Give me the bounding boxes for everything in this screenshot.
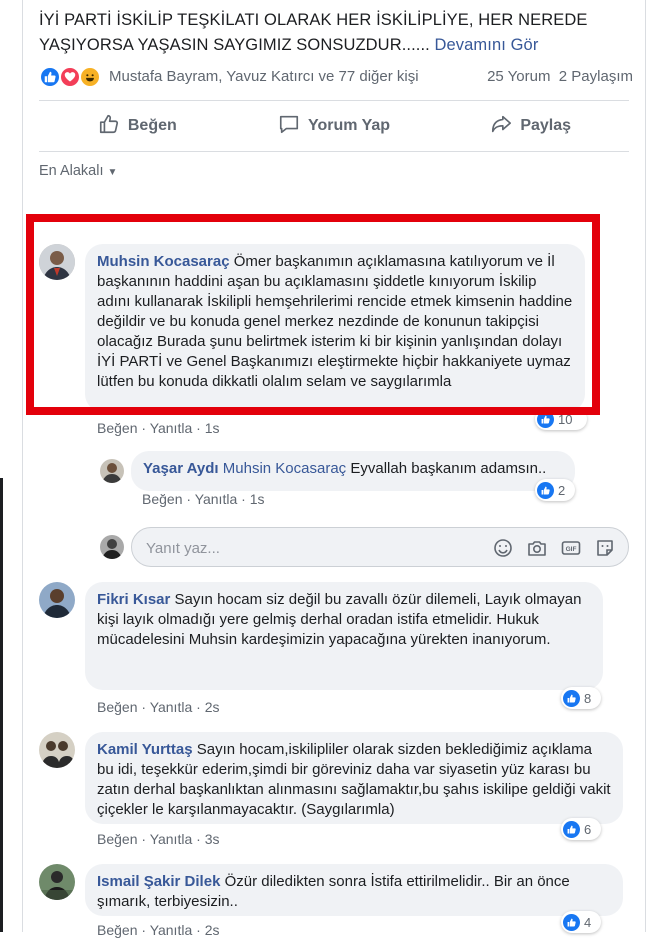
avatar[interactable]	[39, 864, 75, 900]
comment-button-label: Yorum Yap	[307, 117, 391, 134]
comment-bubble: Ismail Şakir Dilek Özür diledikten sonra…	[85, 864, 623, 916]
share-button[interactable]: Paylaş	[432, 106, 629, 146]
reply-mention[interactable]: Muhsin Kocasaraç	[223, 460, 346, 477]
sort-label: En Alakalı	[39, 163, 104, 179]
like-reaction-icon	[563, 913, 580, 931]
comment-like-link[interactable]: Beğen	[97, 922, 137, 938]
reaction-count: 6	[584, 821, 592, 837]
comment-timestamp[interactable]: 2s	[205, 922, 220, 938]
post-text-line1: İYİ PARTİ İSKİLİP TEŞKİLATI OLARAK HER İ…	[39, 11, 588, 29]
comment-button[interactable]: Yorum Yap	[236, 106, 433, 146]
haha-reaction-icon	[79, 66, 101, 88]
caret-down-icon: ▼	[107, 167, 118, 178]
see-more-link[interactable]: Devamını Gör	[435, 36, 539, 54]
post-card: İYİ PARTİ İSKİLİP TEŞKİLATI OLARAK HER İ…	[22, 0, 646, 938]
post-text-line2: YAŞIYORSA YAŞASIN SAYGIMIZ SONSUZDUR....…	[39, 36, 430, 54]
comment-reply-link[interactable]: Yanıtla	[150, 420, 193, 436]
share-arrow-icon	[490, 113, 512, 140]
comment-like-link[interactable]: Beğen	[97, 699, 137, 715]
right-page-edge	[646, 0, 668, 932]
comment-timestamp[interactable]: 2s	[205, 699, 220, 715]
smiley-icon[interactable]	[492, 537, 514, 559]
comment-like-link[interactable]: Beğen	[97, 420, 137, 436]
reply-meta: Beğen · Yanıtla · 1s	[142, 491, 265, 507]
comment-bubble: Fikri Kısar Sayın hocam siz değil bu zav…	[85, 582, 603, 690]
like-button[interactable]: Beğen	[39, 106, 236, 146]
comment-reactions[interactable]: 4	[561, 911, 601, 933]
left-page-edge	[0, 0, 22, 932]
reply-text: Eyvallah başkanım adamsın..	[350, 460, 547, 477]
comment-author[interactable]: Fikri Kısar	[97, 591, 170, 608]
comment-meta: Beğen · Yanıtla · 2s	[97, 922, 220, 938]
comment-timestamp[interactable]: 3s	[205, 831, 220, 847]
share-button-label: Paylaş	[520, 117, 572, 134]
reaction-count: 4	[584, 914, 592, 930]
reaction-count: 2	[558, 482, 566, 498]
reply-author[interactable]: Yaşar Aydı	[143, 460, 219, 477]
like-reaction-icon	[537, 481, 554, 499]
comment-reactions[interactable]: 8	[561, 687, 601, 709]
svg-text:GIF: GIF	[566, 546, 577, 553]
camera-icon[interactable]	[526, 537, 548, 559]
avatar[interactable]	[100, 459, 124, 483]
reaction-names[interactable]: Mustafa Bayram, Yavuz Katırcı ve 77 diğe…	[109, 68, 419, 85]
love-reaction-icon	[59, 66, 81, 88]
thumbs-up-icon	[98, 113, 120, 140]
comment-text: Sayın hocam siz değil bu zavallı özür di…	[97, 591, 582, 648]
reply-input-icons: GIF	[492, 537, 616, 559]
reply-input-box: GIF	[131, 527, 629, 567]
comment-bubble: Kamil Yurttaş Sayın hocam,iskilipliler o…	[85, 732, 623, 824]
reaction-icons[interactable]	[39, 66, 107, 88]
current-user-avatar	[100, 535, 124, 559]
comment-sort-dropdown[interactable]: En Alakalı ▼	[39, 163, 117, 179]
reply-like-link[interactable]: Beğen	[142, 491, 182, 507]
post-text: İYİ PARTİ İSKİLİP TEŞKİLATI OLARAK HER İ…	[39, 8, 629, 58]
comment-meta: Beğen · Yanıtla · 3s	[97, 831, 220, 847]
divider-top	[39, 100, 629, 101]
reply-timestamp[interactable]: 1s	[250, 491, 265, 507]
like-reaction-icon	[563, 689, 580, 707]
reply-input[interactable]	[146, 537, 466, 559]
reply-reactions[interactable]: 2	[535, 479, 575, 501]
comment-timestamp[interactable]: 1s	[205, 420, 220, 436]
like-reaction-icon	[39, 66, 61, 88]
comment-reactions[interactable]: 6	[561, 818, 601, 840]
share-count[interactable]: 2 Paylaşım	[559, 68, 633, 85]
comment-reply-link[interactable]: Yanıtla	[150, 699, 193, 715]
comment-meta: Beğen · Yanıtla · 1s	[97, 420, 220, 436]
divider-bottom	[39, 151, 629, 152]
like-reaction-icon	[563, 820, 580, 838]
comment-count[interactable]: 25 Yorum	[487, 68, 550, 85]
avatar[interactable]	[39, 582, 75, 618]
highlight-box	[26, 214, 600, 415]
comment-share-counts: 25 Yorum 2 Paylaşım	[487, 68, 633, 85]
reaction-count: 8	[584, 690, 592, 706]
left-edge-bar	[0, 478, 3, 932]
comment-reply-link[interactable]: Yanıtla	[150, 831, 193, 847]
sticker-icon[interactable]	[594, 537, 616, 559]
speech-bubble-icon	[278, 113, 300, 140]
comment-author[interactable]: Ismail Şakir Dilek	[97, 873, 220, 890]
comment-reply-link[interactable]: Yanıtla	[150, 922, 193, 938]
like-button-label: Beğen	[127, 117, 177, 134]
reply-bubble: Yaşar Aydı Muhsin Kocasaraç Eyvallah baş…	[131, 451, 575, 491]
reply-reply-link[interactable]: Yanıtla	[195, 491, 238, 507]
comment-meta: Beğen · Yanıtla · 2s	[97, 699, 220, 715]
gif-icon[interactable]: GIF	[560, 537, 582, 559]
reactions-summary: Mustafa Bayram, Yavuz Katırcı ve 77 diğe…	[39, 66, 633, 90]
comment-author[interactable]: Kamil Yurttaş	[97, 741, 193, 758]
comment-like-link[interactable]: Beğen	[97, 831, 137, 847]
avatar[interactable]	[39, 732, 75, 768]
action-bar: Beğen Yorum Yap Paylaş	[39, 106, 629, 146]
